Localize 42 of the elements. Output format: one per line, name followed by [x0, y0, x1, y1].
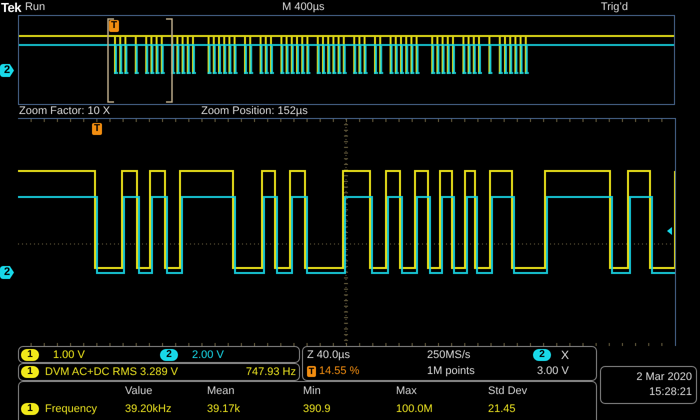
date-label: 2 Mar 2020 [636, 370, 692, 385]
column-header: Min [303, 385, 322, 397]
level-arrow-icon [667, 227, 672, 235]
sample-rate: 250MS/s [427, 349, 472, 361]
measurement-value: 39.17k [207, 403, 242, 415]
trigger-source-badge: 2 [533, 349, 551, 361]
channel-marker[interactable]: 2 [0, 64, 14, 77]
trigger-marker: T [92, 123, 102, 135]
channel-badge: 1 [21, 366, 39, 378]
zoom-factor: Zoom Factor: 10 X [19, 105, 110, 118]
column-header: Mean [207, 385, 236, 397]
measurement-value: 21.45 [488, 403, 517, 415]
dvm-frequency: 747.93 Hz [246, 366, 296, 378]
timebase-label: M 400µs [282, 0, 325, 15]
channel-scale: 2.00 V [192, 348, 224, 360]
measurement-name: Frequency [45, 403, 97, 415]
zoom-scale: Z 40.0µs [307, 349, 352, 361]
channel-marker[interactable]: 2 [0, 266, 14, 279]
trigger-position: 14.55 % [319, 365, 360, 377]
zoom-position: Zoom Position: 152µs [201, 105, 308, 118]
measurement-value: 390.9 [303, 403, 332, 415]
channel-scale: 1.00 V [53, 348, 85, 360]
column-header: Std Dev [488, 385, 528, 397]
column-header: Value [125, 385, 154, 397]
measurement-value: 100.0M [396, 403, 434, 415]
time-label: 15:28:21 [649, 385, 692, 400]
channel-badge: 2 [160, 348, 178, 360]
record-length: 1M points [427, 365, 476, 377]
dvm-reading: DVM AC+DC RMS 3.289 V [45, 366, 178, 378]
channel-badge: 1 [21, 403, 39, 415]
trigger-marker: T [109, 20, 119, 32]
trigger-slope: X [561, 348, 570, 362]
acquisition-panel[interactable]: Z 40.0µs 250MS/s 2 X T 14.55 % 1M points 3.00 V [302, 346, 597, 381]
brand-label: Tek [1, 0, 21, 15]
measurement-value: 39.20kHz [125, 403, 172, 415]
run-state: Run [24, 0, 46, 15]
trigger-level: 3.00 V [537, 365, 570, 377]
channel-badge: 1 [21, 348, 39, 360]
channel-scale-panel[interactable]: 1 1.00 V 2 2.00 V [18, 346, 300, 363]
trigger-icon: T [307, 366, 316, 376]
trigger-status: Trig’d [600, 0, 628, 15]
column-header: Max [396, 385, 418, 397]
